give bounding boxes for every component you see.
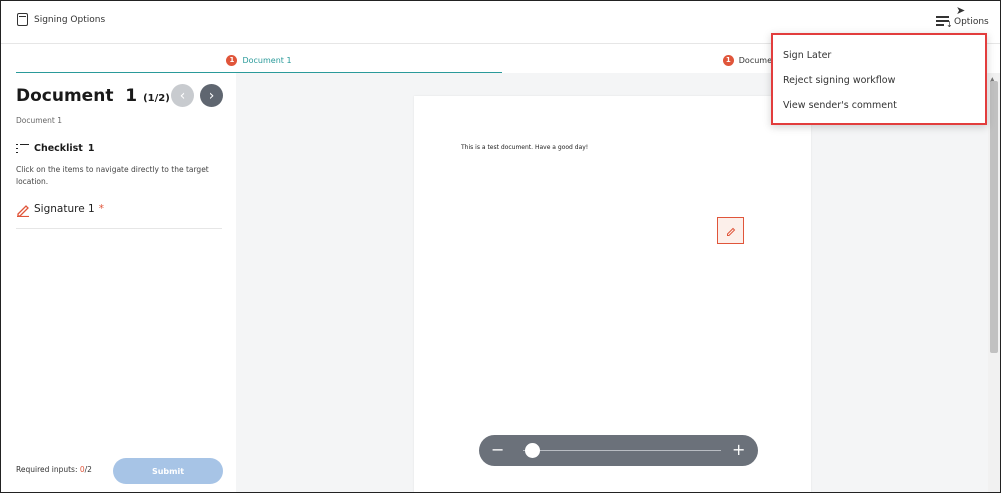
menu-item-reject-signing-workflow[interactable]: Reject signing workflow: [783, 75, 895, 86]
pen-icon: [726, 227, 735, 236]
chevron-right-icon: ›: [208, 87, 215, 104]
zoom-control: − +: [479, 435, 758, 466]
next-document-button[interactable]: ›: [200, 84, 223, 107]
checklist-help-text: Click on the items to navigate directly …: [16, 165, 209, 186]
tab-document-1[interactable]: 1 Document 1: [16, 48, 502, 74]
required-inputs-counter: Required inputs: 0/2: [16, 465, 92, 474]
required-asterisk: *: [98, 203, 104, 215]
brand-label: Signing Options: [34, 14, 106, 25]
zoom-slider-track[interactable]: [523, 450, 721, 451]
zoom-slider-thumb[interactable]: [525, 443, 541, 458]
document-page: This is a test document. Have a good day…: [414, 96, 811, 492]
tab-badge: 1: [722, 54, 734, 66]
checklist-item-label: Signature 1: [34, 203, 95, 215]
doc-title-text: Document: [16, 86, 114, 106]
vertical-scrollbar[interactable]: ▲: [988, 73, 1000, 492]
document-text: This is a test document. Have a good day…: [461, 144, 589, 151]
document-title: Document 1 (1/2): [16, 86, 170, 106]
checklist-label: Checklist: [34, 143, 83, 154]
tab-badge: 1: [226, 54, 238, 66]
options-dropdown-menu: Sign Later Reject signing workflow View …: [771, 33, 987, 125]
left-panel: Document 1 (1/2) ‹ › Document 1 Checklis…: [1, 73, 236, 492]
scrollbar-thumb[interactable]: [990, 81, 998, 353]
pen-icon: [17, 205, 29, 217]
required-total: /2: [84, 465, 92, 474]
document-icon: [17, 13, 28, 26]
checklist-header: Checklist 1: [16, 143, 94, 154]
signature-field[interactable]: [717, 217, 744, 244]
mouse-cursor-icon: ➤: [956, 4, 966, 17]
menu-item-view-senders-comment[interactable]: View sender's comment: [783, 100, 897, 111]
zoom-in-button[interactable]: +: [732, 442, 745, 458]
checklist-count: 1: [87, 143, 95, 154]
doc-number: 1: [125, 86, 138, 106]
submit-button[interactable]: Submit: [113, 458, 223, 484]
list-icon: [16, 143, 29, 154]
previous-document-button[interactable]: ‹: [171, 84, 194, 107]
required-label: Required inputs:: [16, 465, 80, 474]
app-window: Signing Options ↓ Options ➤ 1 Document 1…: [0, 0, 1001, 493]
document-viewer: This is a test document. Have a good day…: [236, 73, 988, 492]
zoom-out-button[interactable]: −: [491, 442, 504, 458]
chevron-left-icon: ‹: [179, 87, 186, 104]
sort-options-icon: ↓: [936, 15, 953, 29]
tab-label: Document 1: [242, 55, 292, 65]
menu-item-sign-later[interactable]: Sign Later: [783, 50, 831, 61]
checklist-item-signature-1[interactable]: Signature 1 *: [16, 203, 222, 229]
options-label: Options: [954, 17, 989, 27]
document-subtitle: Document 1: [16, 116, 63, 125]
doc-count: (1/2): [143, 93, 170, 104]
brand[interactable]: Signing Options: [17, 13, 105, 26]
